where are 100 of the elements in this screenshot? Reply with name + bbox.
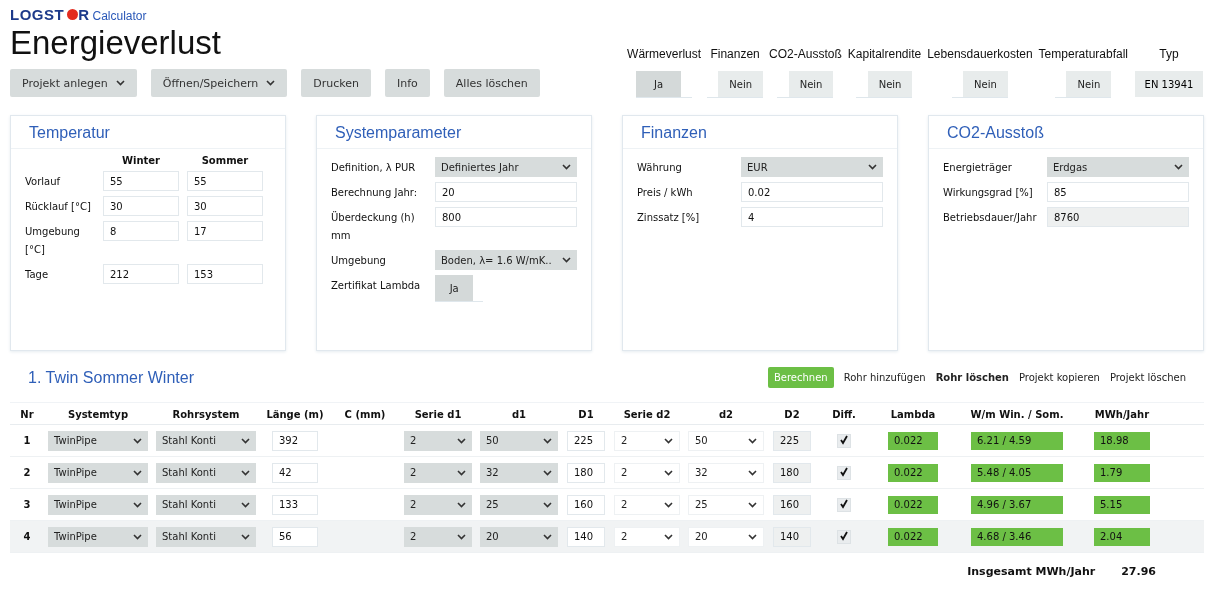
toolbar-button[interactable]: Alles löschen bbox=[443, 69, 540, 97]
toggle-switch[interactable]: Nein bbox=[1055, 71, 1112, 97]
input-field[interactable]: 8760 bbox=[1047, 207, 1189, 227]
result-value: 0.022 bbox=[888, 527, 938, 546]
column-header: Serie d2 bbox=[622, 409, 672, 420]
input-field[interactable]: 55 bbox=[103, 171, 179, 191]
select-field[interactable]: Stahl Konti bbox=[156, 430, 256, 451]
column-header: Winter bbox=[120, 155, 162, 166]
input-field[interactable]: 160 bbox=[773, 494, 811, 515]
toggle-switch[interactable]: Ja bbox=[435, 275, 483, 301]
select-field[interactable]: 2 bbox=[404, 430, 472, 451]
toggle-switch[interactable]: Nein bbox=[856, 71, 913, 97]
input-field[interactable]: 180 bbox=[773, 462, 811, 483]
result-value: 0.022 bbox=[888, 463, 938, 482]
input-field[interactable]: 42 bbox=[272, 462, 318, 483]
action-link[interactable]: Rohr hinzufügen bbox=[843, 372, 926, 383]
input-field[interactable]: 133 bbox=[272, 494, 318, 515]
select-field[interactable]: 25 bbox=[688, 494, 764, 515]
select-field[interactable]: TwinPipe bbox=[48, 526, 148, 547]
caret-icon bbox=[133, 533, 142, 540]
select-field[interactable]: 2 bbox=[614, 462, 680, 483]
select-field[interactable]: Stahl Konti bbox=[156, 526, 256, 547]
row-number: 3 bbox=[22, 499, 32, 510]
input-field[interactable]: 140 bbox=[773, 526, 811, 547]
caret-icon bbox=[748, 469, 757, 476]
select-field[interactable]: 20 bbox=[688, 526, 764, 547]
select-field[interactable]: 2 bbox=[404, 462, 472, 483]
caret-icon bbox=[457, 437, 466, 444]
toggle-switch[interactable]: Nein bbox=[951, 71, 1008, 97]
input-field[interactable]: 20 bbox=[435, 182, 577, 202]
input-field[interactable]: 225 bbox=[567, 430, 605, 451]
column-header: Systemtyp bbox=[66, 409, 130, 420]
input-field[interactable]: 800 bbox=[435, 207, 577, 227]
select-field[interactable]: 2 bbox=[404, 526, 472, 547]
input-field[interactable]: 30 bbox=[103, 196, 179, 216]
toolbar-button[interactable]: Öffnen/Speichern bbox=[150, 69, 288, 97]
column-header: D1 bbox=[577, 409, 595, 420]
field-label: Umgebung [°C] bbox=[25, 225, 81, 257]
result-value: 0.022 bbox=[888, 431, 938, 450]
select-field[interactable]: 2 bbox=[614, 430, 680, 451]
select-field[interactable]: 32 bbox=[480, 462, 558, 483]
logo-text: R bbox=[78, 6, 90, 23]
action-link[interactable]: Rohr löschen bbox=[935, 372, 1009, 383]
select-field[interactable]: TwinPipe bbox=[48, 430, 148, 451]
field-label: Vorlauf bbox=[25, 175, 62, 189]
caret-icon bbox=[543, 501, 552, 508]
field-label: Wirkungsgrad [%] bbox=[943, 186, 1034, 200]
action-link[interactable]: Projekt kopieren bbox=[1018, 372, 1100, 383]
input-field[interactable]: 225 bbox=[773, 430, 811, 451]
table-row[interactable]: 4 TwinPipe Stahl Konti 56 2 20 140 2 20 140 0.022 4.68 / 3.46 2.04 bbox=[10, 521, 1204, 553]
checkbox[interactable] bbox=[837, 433, 851, 448]
type-button[interactable]: EN 13941 bbox=[1134, 71, 1204, 97]
select-field[interactable]: 2 bbox=[404, 494, 472, 515]
select-field[interactable]: TwinPipe bbox=[48, 494, 148, 515]
checkbox[interactable] bbox=[837, 529, 851, 544]
select-field[interactable]: 25 bbox=[480, 494, 558, 515]
select-field[interactable]: Erdgas bbox=[1047, 157, 1189, 177]
toggle-switch[interactable]: Nein bbox=[777, 71, 834, 97]
toggle-switch[interactable]: Ja bbox=[636, 71, 693, 97]
input-field[interactable]: 85 bbox=[1047, 182, 1189, 202]
input-field[interactable]: 56 bbox=[272, 526, 318, 547]
toggle-switch[interactable]: Nein bbox=[707, 71, 764, 97]
input-field[interactable]: 30 bbox=[187, 196, 263, 216]
select-field[interactable]: 32 bbox=[688, 462, 764, 483]
caret-icon bbox=[748, 501, 757, 508]
input-field[interactable]: 212 bbox=[103, 264, 179, 284]
select-field[interactable]: 2 bbox=[614, 526, 680, 547]
input-field[interactable]: 180 bbox=[567, 462, 605, 483]
result-value: 4.68 / 3.46 bbox=[971, 527, 1063, 546]
select-field[interactable]: 2 bbox=[614, 494, 680, 515]
select-field[interactable]: Definiertes Jahr bbox=[435, 157, 577, 177]
select-field[interactable]: EUR bbox=[741, 157, 883, 177]
action-link[interactable]: Projekt löschen bbox=[1109, 372, 1186, 383]
select-field[interactable]: 20 bbox=[480, 526, 558, 547]
select-field[interactable]: Stahl Konti bbox=[156, 462, 256, 483]
select-field[interactable]: Stahl Konti bbox=[156, 494, 256, 515]
toolbar-button[interactable]: Drucken bbox=[301, 69, 371, 97]
checkbox[interactable] bbox=[837, 465, 851, 480]
field-label: Tage bbox=[25, 268, 50, 282]
input-field[interactable]: 8 bbox=[103, 221, 179, 241]
input-field[interactable]: 160 bbox=[567, 494, 605, 515]
toolbar-button[interactable]: Projekt anlegen bbox=[10, 69, 137, 97]
input-field[interactable]: 392 bbox=[272, 430, 318, 451]
select-field[interactable]: 50 bbox=[480, 430, 558, 451]
input-field[interactable]: 0.02 bbox=[741, 182, 883, 202]
field-label: Berechnung Jahr: bbox=[331, 186, 419, 200]
input-field[interactable]: 55 bbox=[187, 171, 263, 191]
caret-icon bbox=[1174, 164, 1183, 170]
select-field[interactable]: 50 bbox=[688, 430, 764, 451]
input-field[interactable]: 153 bbox=[187, 264, 263, 284]
select-field[interactable]: TwinPipe bbox=[48, 462, 148, 483]
toolbar-button[interactable]: Info bbox=[385, 69, 430, 97]
checkbox[interactable] bbox=[837, 497, 851, 512]
input-field[interactable]: 4 bbox=[741, 207, 883, 227]
column-header: MWh/Jahr bbox=[1093, 409, 1151, 420]
select-field[interactable]: Boden, λ= 1.6 W/mK.. bbox=[435, 250, 577, 270]
input-field[interactable]: 17 bbox=[187, 221, 263, 241]
field-label: Rücklauf [°C] bbox=[25, 200, 92, 214]
input-field[interactable]: 140 bbox=[567, 526, 605, 547]
card-title: Temperatur bbox=[11, 116, 285, 149]
